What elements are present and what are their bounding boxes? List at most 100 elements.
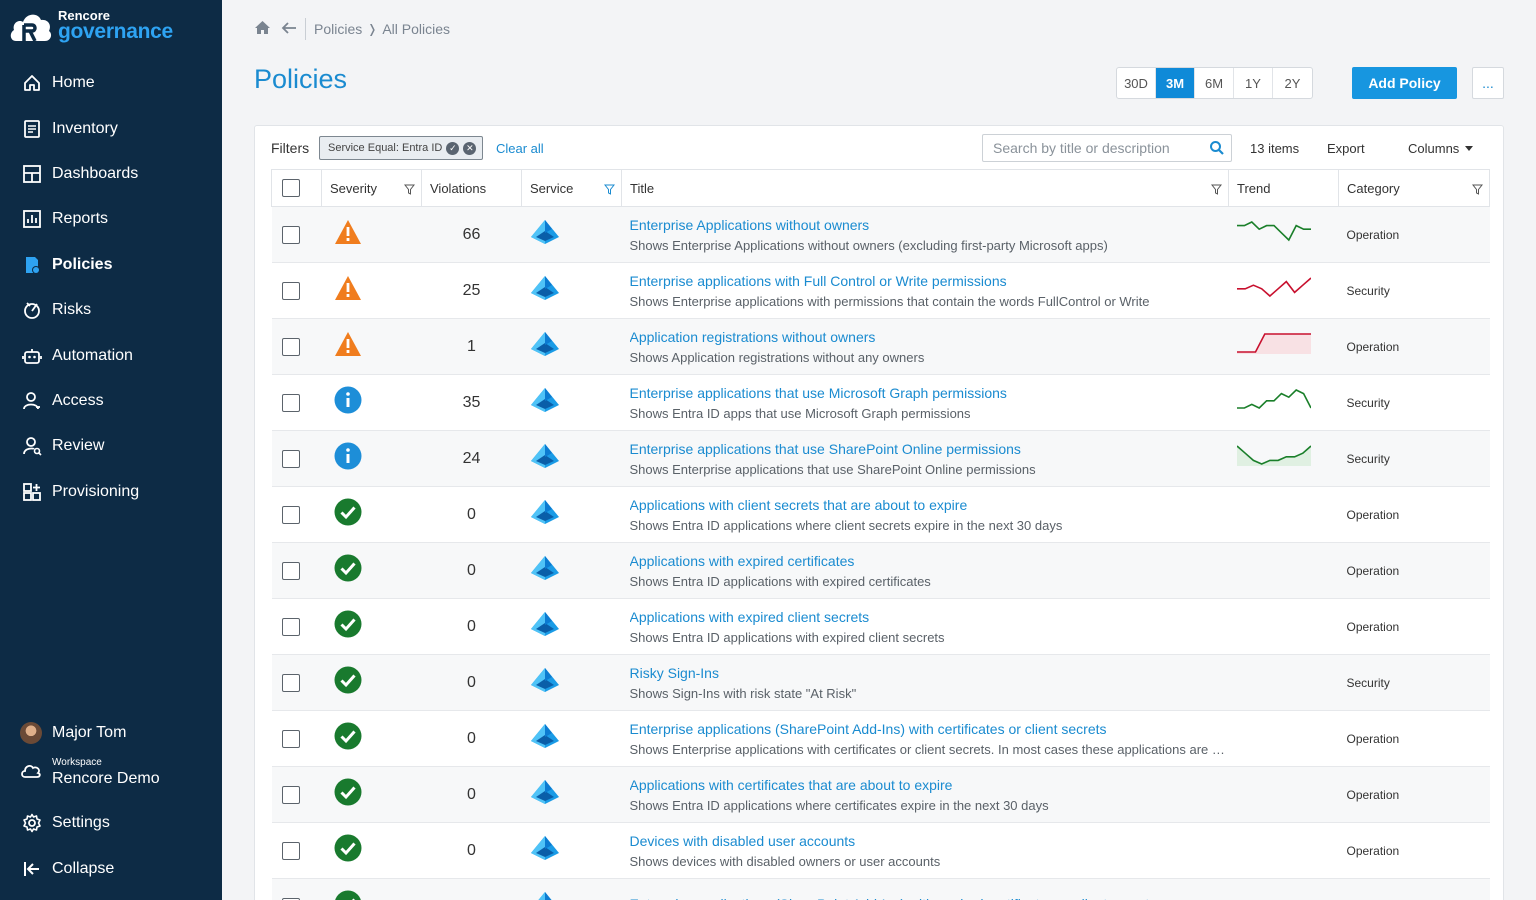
select-all-checkbox[interactable] xyxy=(282,179,300,197)
policy-description: Shows devices with disabled owners or us… xyxy=(629,853,941,869)
filter-icon[interactable] xyxy=(603,183,616,198)
table-row[interactable]: 66 Enterprise Applications without owners… xyxy=(271,206,1490,263)
range-button-6m[interactable]: 6M xyxy=(1195,68,1234,98)
policy-title-link[interactable]: Devices with disabled user accounts xyxy=(630,833,1229,849)
check-circle-icon xyxy=(334,778,361,806)
caret-down-icon xyxy=(1465,146,1474,151)
policy-description: Shows Enterprise applications that use S… xyxy=(629,461,1036,477)
row-checkbox[interactable] xyxy=(281,225,300,244)
range-button-1y[interactable]: 1Y xyxy=(1234,68,1273,98)
policy-title-link[interactable]: Enterprise Applications without owners xyxy=(630,217,1229,233)
inventory-icon xyxy=(22,119,42,139)
filter-icon[interactable] xyxy=(403,183,416,198)
table-row[interactable]: 1 Application registrations without owner… xyxy=(271,318,1490,375)
clear-all-link[interactable]: Clear all xyxy=(496,141,544,156)
filter-icon[interactable] xyxy=(1210,183,1223,198)
column-header-category[interactable]: Category xyxy=(1338,169,1490,207)
more-options-button[interactable]: ... xyxy=(1472,67,1504,99)
filter-icon[interactable] xyxy=(1471,183,1484,198)
rencore-logo[interactable]: Rencore governance xyxy=(8,6,173,44)
title-cell: Devices with disabled user accounts Shows… xyxy=(621,822,1229,879)
policy-title-link[interactable]: Risky Sign-Ins xyxy=(630,665,1229,681)
range-button-3m[interactable]: 3M xyxy=(1156,68,1195,98)
entra-id-icon xyxy=(530,836,559,860)
column-header-title[interactable]: Title xyxy=(621,169,1229,207)
workspace-caption: Workspace xyxy=(52,757,102,768)
column-header-severity[interactable]: Severity xyxy=(321,169,422,207)
table-row[interactable]: 0 Devices with disabled user accounts Show… xyxy=(271,822,1490,879)
sidebar-item-access[interactable]: Access xyxy=(0,381,222,421)
sidebar-item-risks[interactable]: Risks xyxy=(0,290,222,330)
sidebar-collapse-button[interactable]: Collapse xyxy=(0,849,222,889)
policy-description: Shows Enterprise applications with certi… xyxy=(629,741,1229,757)
column-header-service[interactable]: Service xyxy=(521,169,622,207)
table-row[interactable]: 0 Risky Sign-Ins Shows Sign-Ins with risk … xyxy=(271,654,1490,711)
row-checkbox[interactable] xyxy=(281,673,300,692)
column-header-violations[interactable]: Violations xyxy=(421,169,522,207)
select-cell xyxy=(271,766,322,823)
workspace-switcher[interactable]: Workspace Rencore Demo xyxy=(20,758,160,787)
columns-dropdown[interactable]: Columns xyxy=(1408,141,1474,156)
policy-title-link[interactable]: Applications with expired certificates xyxy=(630,553,1229,569)
row-checkbox[interactable] xyxy=(281,449,300,468)
add-policy-button[interactable]: Add Policy xyxy=(1352,67,1457,99)
trend-cell xyxy=(1228,318,1339,375)
title-cell: Applications with expired client secrets… xyxy=(621,598,1229,655)
table-row[interactable]: 0 Enterprise applications (SharePoint Add… xyxy=(271,878,1490,900)
sidebar-item-settings[interactable]: Settings xyxy=(0,803,222,843)
table-row[interactable]: 0 Applications with expired client secret… xyxy=(271,598,1490,655)
row-checkbox[interactable] xyxy=(281,617,300,636)
table-row[interactable]: 24 Enterprise applications that use Share… xyxy=(271,430,1490,487)
table-row[interactable]: 0 Applications with expired certificates S… xyxy=(271,542,1490,599)
trend-cell xyxy=(1228,654,1339,711)
table-row[interactable]: 0 Applications with certificates that are… xyxy=(271,766,1490,823)
range-button-2y[interactable]: 2Y xyxy=(1273,68,1312,98)
policy-title-link[interactable]: Application registrations without owners xyxy=(630,329,1229,345)
select-cell xyxy=(271,542,322,599)
filter-chip-service[interactable]: Service Equal: Entra ID ✓ ✕ xyxy=(319,136,484,160)
row-checkbox[interactable] xyxy=(281,729,300,748)
user-menu[interactable]: Major Tom xyxy=(20,722,126,744)
sidebar-item-automation[interactable]: Automation xyxy=(0,336,222,376)
sidebar-item-review[interactable]: Review xyxy=(0,426,222,466)
select-cell xyxy=(271,318,322,375)
policy-title-link[interactable]: Enterprise applications with Full Contro… xyxy=(630,273,1229,289)
policy-title-link[interactable]: Enterprise applications that use SharePo… xyxy=(630,441,1229,457)
sidebar-item-dashboards[interactable]: Dashboards xyxy=(0,154,222,194)
table-row[interactable]: 25 Enterprise applications with Full Cont… xyxy=(271,262,1490,319)
sidebar-item-label: Settings xyxy=(52,814,110,831)
policy-title-link[interactable]: Applications with expired client secrets xyxy=(630,609,1229,625)
table-row[interactable]: 0 Applications with client secrets that a… xyxy=(271,486,1490,543)
row-checkbox[interactable] xyxy=(281,393,300,412)
policy-title-link[interactable]: Enterprise applications that use Microso… xyxy=(630,385,1229,401)
sidebar-item-provisioning[interactable]: Provisioning xyxy=(0,472,222,512)
sidebar-item-reports[interactable]: Reports xyxy=(0,199,222,239)
policy-title-link[interactable]: Enterprise applications (SharePoint Add-… xyxy=(630,721,1229,737)
policy-title-link[interactable]: Applications with client secrets that ar… xyxy=(630,497,1229,513)
policy-description: Shows Entra ID applications with expired… xyxy=(629,629,945,645)
policy-title-link[interactable]: Enterprise applications (SharePoint Add-… xyxy=(630,896,1229,900)
range-button-30d[interactable]: 30D xyxy=(1117,68,1156,98)
row-checkbox[interactable] xyxy=(281,505,300,524)
search-input[interactable] xyxy=(993,140,1198,156)
row-checkbox[interactable] xyxy=(281,561,300,580)
home-icon[interactable] xyxy=(254,20,271,38)
table-row[interactable]: 0 Enterprise applications (SharePoint Add… xyxy=(271,710,1490,767)
row-checkbox[interactable] xyxy=(281,785,300,804)
row-checkbox[interactable] xyxy=(281,337,300,356)
search-icon[interactable] xyxy=(1209,140,1225,159)
sidebar-item-inventory[interactable]: Inventory xyxy=(0,109,222,149)
reports-icon xyxy=(22,209,42,229)
check-icon[interactable]: ✓ xyxy=(446,141,460,155)
sidebar-item-home[interactable]: Home xyxy=(0,63,222,103)
row-checkbox[interactable] xyxy=(281,281,300,300)
table-row[interactable]: 35 Enterprise applications that use Micro… xyxy=(271,374,1490,431)
breadcrumb-policies[interactable]: Policies xyxy=(314,21,362,37)
export-button[interactable]: Export xyxy=(1327,141,1365,156)
sidebar-item-policies[interactable]: Policies xyxy=(0,245,222,285)
policy-description: Shows Entra ID apps that use Microsoft G… xyxy=(629,405,971,421)
back-arrow-icon[interactable] xyxy=(281,21,297,38)
close-icon[interactable]: ✕ xyxy=(463,141,477,155)
row-checkbox[interactable] xyxy=(281,841,300,860)
policy-title-link[interactable]: Applications with certificates that are … xyxy=(630,777,1229,793)
